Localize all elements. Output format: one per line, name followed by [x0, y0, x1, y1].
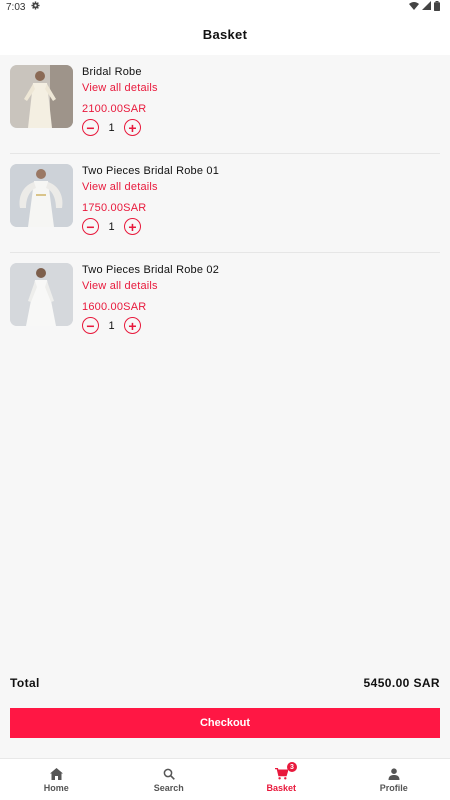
product-image[interactable] [10, 263, 73, 326]
basket-item: Bridal Robe View all details 2100.00SAR … [10, 55, 440, 154]
status-time: 7:03 [6, 1, 26, 13]
quantity-stepper: − 1 + [82, 218, 219, 235]
nav-item-profile[interactable]: Profile [338, 759, 450, 800]
product-name: Bridal Robe [82, 66, 142, 78]
plus-icon: + [128, 119, 137, 136]
app-bar: Basket [0, 14, 450, 55]
minus-icon: − [86, 119, 95, 136]
page-title: Basket [202, 27, 248, 42]
plus-icon: + [128, 218, 137, 235]
basket-item: Two Pieces Bridal Robe 01 View all detai… [10, 154, 440, 253]
nav-item-basket[interactable]: 3 Basket [225, 759, 338, 800]
product-image[interactable] [10, 164, 73, 227]
product-name: Two Pieces Bridal Robe 02 [82, 264, 220, 276]
minus-icon: − [86, 218, 95, 235]
plus-icon: + [128, 317, 137, 334]
quantity-value: 1 [108, 220, 115, 233]
view-details-link[interactable]: View all details [82, 280, 219, 292]
status-bar: 7:03 [0, 0, 450, 14]
product-price: 2100.00SAR [82, 103, 147, 115]
person-icon [388, 767, 400, 781]
increase-quantity-button[interactable]: + [124, 119, 141, 136]
gear-icon [31, 1, 41, 13]
product-name: Two Pieces Bridal Robe 01 [82, 165, 220, 177]
nav-label: Home [43, 782, 69, 793]
checkout-button[interactable]: Checkout [10, 708, 440, 738]
wifi-icon [409, 1, 419, 13]
bottom-nav: Home Search 3 Basket Profile [0, 758, 450, 800]
nav-item-search[interactable]: Search [113, 759, 226, 800]
home-icon [49, 767, 63, 781]
decrease-quantity-button[interactable]: − [82, 119, 99, 136]
product-price: 1750.00SAR [82, 202, 147, 214]
view-details-link[interactable]: View all details [82, 181, 219, 193]
nav-label: Basket [266, 782, 297, 793]
signal-icon [422, 1, 431, 13]
quantity-stepper: − 1 + [82, 119, 158, 136]
decrease-quantity-button[interactable]: − [82, 317, 99, 334]
product-price: 1600.00SAR [82, 301, 147, 313]
quantity-value: 1 [108, 121, 115, 134]
total-label: Total [10, 676, 40, 690]
search-icon [163, 767, 175, 781]
increase-quantity-button[interactable]: + [124, 218, 141, 235]
total-value: 5450.00 SAR [363, 676, 440, 690]
decrease-quantity-button[interactable]: − [82, 218, 99, 235]
cart-count-badge: 3 [287, 762, 297, 772]
cart-icon [274, 767, 288, 781]
quantity-value: 1 [108, 319, 115, 332]
nav-label: Search [153, 782, 184, 793]
battery-icon [434, 0, 440, 14]
basket-list: Bridal Robe View all details 2100.00SAR … [0, 55, 450, 352]
nav-item-home[interactable]: Home [0, 759, 113, 800]
increase-quantity-button[interactable]: + [124, 317, 141, 334]
product-image[interactable] [10, 65, 73, 128]
minus-icon: − [86, 317, 95, 334]
total-row: Total 5450.00 SAR [10, 674, 440, 692]
basket-item: Two Pieces Bridal Robe 02 View all detai… [10, 253, 440, 352]
quantity-stepper: − 1 + [82, 317, 219, 334]
nav-label: Profile [379, 782, 408, 793]
view-details-link[interactable]: View all details [82, 82, 158, 94]
